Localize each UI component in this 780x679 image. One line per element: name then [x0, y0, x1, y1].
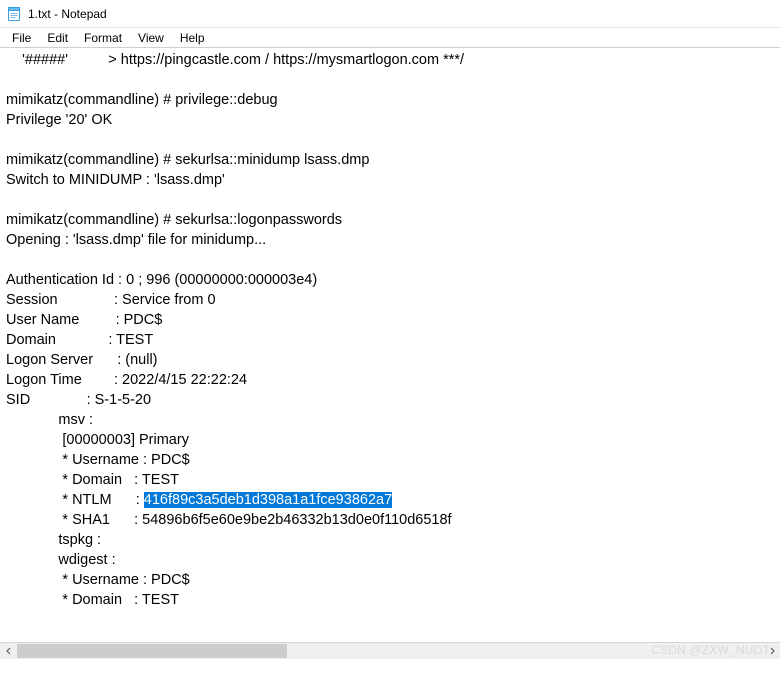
text-line: Logon Server : (null) — [6, 352, 158, 368]
text-line: '#####' > https://pingcastle.com / https… — [6, 52, 464, 68]
text-line: mimikatz(commandline) # sekurlsa::logonp… — [6, 212, 342, 228]
text-line: tspkg : — [6, 532, 101, 548]
titlebar: 1.txt - Notepad — [0, 0, 780, 28]
text-line: mimikatz(commandline) # sekurlsa::minidu… — [6, 152, 369, 168]
editor-area[interactable]: '#####' > https://pingcastle.com / https… — [0, 48, 780, 659]
menu-format[interactable]: Format — [76, 29, 130, 47]
text-line: mimikatz(commandline) # privilege::debug — [6, 92, 278, 108]
menu-edit[interactable]: Edit — [39, 29, 76, 47]
text-line: SID : S-1-5-20 — [6, 392, 151, 408]
content-wrap: '#####' > https://pingcastle.com / https… — [0, 48, 780, 659]
window-title: 1.txt - Notepad — [28, 7, 107, 21]
text-line: * NTLM : — [6, 492, 144, 508]
scroll-right-arrow-icon[interactable] — [763, 643, 780, 659]
scroll-thumb[interactable] — [17, 644, 287, 658]
selected-ntlm-hash: 416f89c3a5deb1d398a1a1fce93862a7 — [144, 492, 392, 508]
text-line: Domain : TEST — [6, 332, 153, 348]
menu-help[interactable]: Help — [172, 29, 213, 47]
scroll-track[interactable] — [17, 643, 763, 659]
text-line: * Domain : TEST — [6, 592, 179, 608]
menu-file[interactable]: File — [4, 29, 39, 47]
text-line: * Username : PDC$ — [6, 452, 190, 468]
text-line: User Name : PDC$ — [6, 312, 162, 328]
scroll-left-arrow-icon[interactable] — [0, 643, 17, 659]
text-line: Logon Time : 2022/4/15 22:22:24 — [6, 372, 247, 388]
text-line: Switch to MINIDUMP : 'lsass.dmp' — [6, 172, 225, 188]
text-line: Session : Service from 0 — [6, 292, 216, 308]
text-line: Authentication Id : 0 ; 996 (00000000:00… — [6, 272, 317, 288]
text-line: * Domain : TEST — [6, 472, 179, 488]
text-line: Privilege '20' OK — [6, 112, 112, 128]
horizontal-scrollbar[interactable] — [0, 642, 780, 659]
text-line: * SHA1 : 54896b6f5e60e9be2b46332b13d0e0f… — [6, 512, 452, 528]
text-line: [00000003] Primary — [6, 432, 189, 448]
menu-view[interactable]: View — [130, 29, 172, 47]
notepad-icon — [6, 6, 22, 22]
text-line: * Username : PDC$ — [6, 572, 190, 588]
text-line: wdigest : — [6, 552, 116, 568]
menubar: File Edit Format View Help — [0, 28, 780, 48]
text-line: msv : — [6, 412, 93, 428]
text-line: Opening : 'lsass.dmp' file for minidump.… — [6, 232, 266, 248]
